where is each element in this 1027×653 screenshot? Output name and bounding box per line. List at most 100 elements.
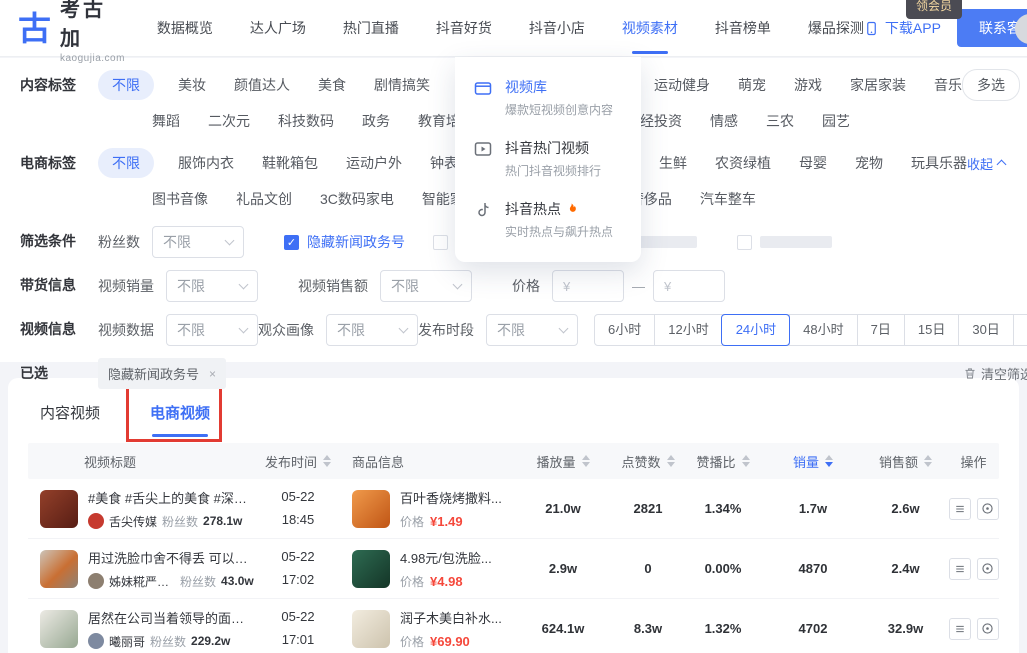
nav-menu-item[interactable]: 爆品探测 [808,12,864,44]
tab-ecom-videos[interactable]: 电商视频 [142,402,218,423]
publish-period-select[interactable]: 不限 [486,314,578,346]
product-name[interactable]: 4.98元/包洗脸... [400,548,492,567]
clear-filters-button[interactable]: 清空筛选 [963,364,1027,383]
product-thumbnail[interactable] [352,550,390,588]
remove-tag-icon[interactable]: × [209,367,216,381]
detail-list-button[interactable] [949,498,971,520]
video-sales-select[interactable]: 不限 [166,270,258,302]
product-name[interactable]: 百叶香烧烤撒料... [400,488,502,507]
tag-item[interactable]: 运动户外 [346,153,402,173]
dropdown-item-video-library[interactable]: 视频库 爆款短视频创意内容 [455,67,641,128]
nav-menu-item[interactable]: 抖音小店 [529,12,585,44]
audience-select[interactable]: 不限 [326,314,418,346]
tag-item[interactable]: 情感 [710,111,738,131]
time-range-button[interactable]: 24小时 [722,315,789,345]
tag-item[interactable]: 3C数码家电 [320,189,394,209]
video-thumbnail[interactable] [40,490,78,528]
video-title[interactable]: #美食 #舌尖上的美食 #深夜放... [88,488,254,507]
video-data-select[interactable]: 不限 [166,314,258,346]
col-publish-time[interactable]: 发布时间 [258,452,338,471]
author-avatar[interactable] [88,513,104,529]
author-name[interactable]: 曦丽哥 [109,633,145,650]
time-range-button[interactable]: 90日 [1013,315,1027,345]
tag-item[interactable]: 汽车整车 [700,189,756,209]
tag-item[interactable]: 萌宠 [738,75,766,95]
dropdown-item-douyin-trends[interactable]: 抖音热点 实时热点与飙升热点 [455,189,641,250]
product-thumbnail[interactable] [352,610,390,648]
tag-item[interactable]: 宠物 [855,153,883,173]
tag-item[interactable]: 二次元 [208,111,250,131]
col-like-ratio[interactable]: 赞播比 [683,452,763,471]
multi-select-button[interactable]: 多选 [962,69,1020,101]
author-name[interactable]: 姊妹糀严选... [109,573,175,590]
tag-item[interactable]: 三农 [766,111,794,131]
tag-item[interactable]: 服饰内衣 [178,153,234,173]
detail-list-button[interactable] [949,618,971,640]
author-name[interactable]: 舌尖传媒 [109,513,157,530]
tag-item[interactable]: 生鲜 [659,153,687,173]
play-circle-button[interactable] [977,498,999,520]
tag-item[interactable]: 家居家装 [850,75,906,95]
author-avatar[interactable] [88,633,104,649]
author-avatar[interactable] [88,573,104,589]
time-range-button[interactable]: 12小时 [654,315,721,345]
product-name[interactable]: 润子木美白补水... [400,608,502,627]
tag-item[interactable]: 运动健身 [654,75,710,95]
collapse-link[interactable]: 收起 [967,154,1005,173]
tag-item[interactable]: 玩具乐器 [911,153,967,173]
time-range-button[interactable]: 48小时 [789,315,856,345]
play-circle-button[interactable] [977,558,999,580]
tag-item[interactable]: 美食 [318,75,346,95]
dropdown-item-hot-videos[interactable]: 抖音热门视频 热门抖音视频排行 [455,128,641,189]
hide-news-gov-label[interactable]: 隐藏新闻政务号 [307,232,405,252]
tag-item[interactable]: 科技数码 [278,111,334,131]
tag-item[interactable]: 农资绿植 [715,153,771,173]
col-likes[interactable]: 点赞数 [613,452,683,471]
fans-count-select[interactable]: 不限 [152,226,244,258]
video-title[interactable]: 居然在公司当着领导的面这样... [88,608,254,627]
video-thumbnail[interactable] [40,550,78,588]
tag-item[interactable]: 礼品文创 [236,189,292,209]
tag-item[interactable]: 音乐 [934,75,962,95]
hide-news-gov-checkbox[interactable]: ✓ [284,235,299,250]
nav-menu-item[interactable]: 数据概览 [157,12,213,44]
video-thumbnail[interactable] [40,610,78,648]
play-circle-button[interactable] [977,618,999,640]
tag-any-selected[interactable]: 不限 [98,148,154,178]
detail-list-button[interactable] [949,558,971,580]
likes-value: 8.3w [613,621,683,636]
col-views[interactable]: 播放量 [513,452,613,471]
nav-menu-item[interactable]: 达人广场 [250,12,306,44]
nav-menu-item[interactable]: 热门直播 [343,12,399,44]
time-range-button[interactable]: 15日 [904,315,958,345]
time-range-button[interactable]: 30日 [958,315,1012,345]
brand-logo[interactable]: 古 考古加 kaogujia.com [18,0,125,64]
tag-item[interactable]: 游戏 [794,75,822,95]
price-min-input[interactable] [552,270,624,302]
tag-item[interactable]: 颜值达人 [234,75,290,95]
tag-item[interactable]: 园艺 [822,111,850,131]
tag-item[interactable]: 政务 [362,111,390,131]
tag-item[interactable]: 剧情搞笑 [374,75,430,95]
video-title[interactable]: 用过洗脸巾舍不得丢 可以用来... [88,548,254,567]
video-revenue-select[interactable]: 不限 [380,270,472,302]
tag-item[interactable]: 图书音像 [152,189,208,209]
download-app-link[interactable]: 下载APP [864,18,941,38]
tag-item[interactable]: 美妆 [178,75,206,95]
nav-menu-item[interactable]: 抖音好货 [436,12,492,44]
product-thumbnail[interactable] [352,490,390,528]
col-revenue[interactable]: 销售额 [863,452,948,471]
linked-product-checkbox[interactable] [433,235,448,250]
tag-item[interactable]: 母婴 [799,153,827,173]
obscured-checkbox[interactable] [737,235,752,250]
tab-content-videos[interactable]: 内容视频 [32,402,108,423]
tag-item[interactable]: 舞蹈 [152,111,180,131]
tag-any-selected[interactable]: 不限 [98,70,154,100]
time-range-button[interactable]: 7日 [857,315,904,345]
time-range-button[interactable]: 6小时 [595,315,654,345]
price-max-input[interactable] [653,270,725,302]
col-sales-active-sort[interactable]: 销量 [763,452,863,471]
nav-menu-item[interactable]: 抖音榜单 [715,12,771,44]
nav-menu-item[interactable]: 视频素材 [622,12,678,44]
tag-item[interactable]: 鞋靴箱包 [262,153,318,173]
